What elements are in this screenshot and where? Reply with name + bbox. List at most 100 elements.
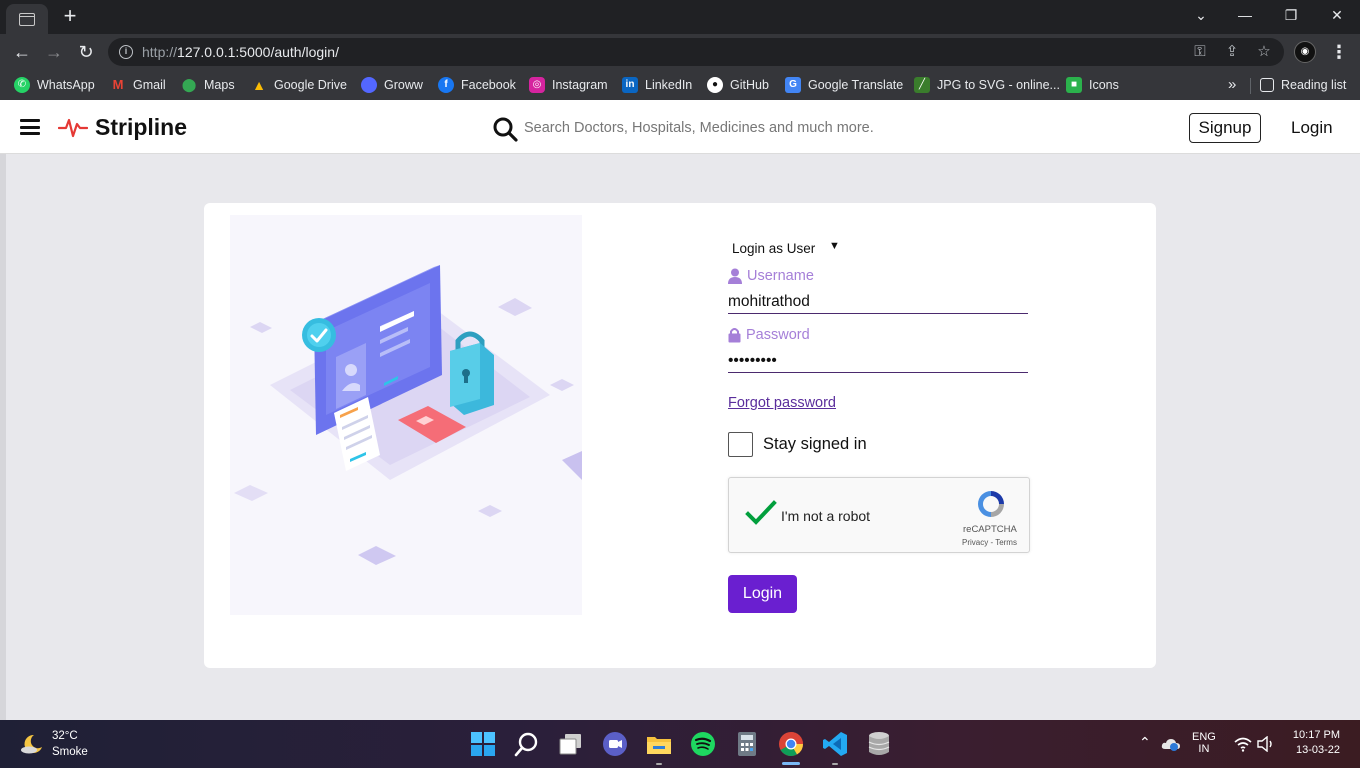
recaptcha-widget: I'm not a robot reCAPTCHA Privacy - Term… <box>728 477 1030 553</box>
reading-list-icon <box>1260 78 1274 92</box>
calculator-icon[interactable] <box>733 730 761 758</box>
heartbeat-logo-icon <box>58 118 88 138</box>
clock-time: 10:17 PM <box>1292 729 1340 741</box>
signup-button[interactable]: Signup <box>1189 113 1261 143</box>
weather-description[interactable]: Smoke <box>52 746 88 758</box>
page-scroll-edge <box>0 154 6 720</box>
bookmark-groww[interactable]: Groww <box>361 76 423 94</box>
facebook-icon: f <box>438 77 454 93</box>
bookmark-google-drive[interactable]: ▲ Google Drive <box>251 76 347 94</box>
translate-icon: G <box>785 77 801 93</box>
bookmarks-bar: ✆ WhatsApp M Gmail ⬤ Maps ▲ Google Drive Gro… <box>0 70 1360 100</box>
new-tab-button[interactable]: + <box>58 4 82 28</box>
bookmark-label: Maps <box>204 78 235 92</box>
windows-start-icon[interactable] <box>469 730 497 758</box>
bookmark-star-icon[interactable]: ☆ <box>1254 42 1274 62</box>
bookmark-gmail[interactable]: M Gmail <box>110 76 166 94</box>
bookmark-instagram[interactable]: ◎ Instagram <box>529 76 608 94</box>
bookmark-label: Instagram <box>552 78 608 92</box>
bookmark-label: Groww <box>384 78 423 92</box>
header-login-link[interactable]: Login <box>1291 118 1333 138</box>
speaker-icon[interactable] <box>1257 736 1275 752</box>
username-input[interactable] <box>728 290 1028 314</box>
bookmark-github[interactable]: ● GitHub <box>707 76 769 94</box>
bookmark-label: JPG to SVG - online... <box>937 78 1060 92</box>
weather-moon-icon[interactable] <box>20 733 44 755</box>
user-icon <box>728 268 742 284</box>
minimize-button[interactable]: — <box>1222 0 1268 30</box>
system-clock[interactable]: 10:17 PM 13-03-22 <box>1290 729 1340 756</box>
wifi-icon[interactable] <box>1234 736 1252 752</box>
restore-button[interactable]: ❐ <box>1268 0 1314 30</box>
bookmark-whatsapp[interactable]: ✆ WhatsApp <box>14 76 95 94</box>
hamburger-menu-icon[interactable] <box>20 119 40 135</box>
bookmark-maps[interactable]: ⬤ Maps <box>181 76 235 94</box>
bookmark-google-translate[interactable]: G Google Translate <box>785 76 903 94</box>
bookmark-jpg-to-svg[interactable]: ╱ JPG to SVG - online... <box>914 76 1060 94</box>
bookmark-label: GitHub <box>730 78 769 92</box>
task-view-icon[interactable] <box>557 730 585 758</box>
bookmark-label: Google Translate <box>808 78 904 92</box>
password-input[interactable] <box>728 349 1028 373</box>
bookmark-label: WhatsApp <box>37 78 95 92</box>
bookmark-facebook[interactable]: f Facebook <box>438 76 516 94</box>
browser-toolbar: ← → ↻ i http://127.0.0.1:5000/auth/login… <box>0 34 1360 70</box>
browser-tab[interactable] <box>6 4 48 34</box>
password-label-text: Password <box>746 327 810 343</box>
clock-date: 13-03-22 <box>1295 744 1340 756</box>
site-info-icon[interactable]: i <box>119 45 133 59</box>
brand-name[interactable]: Stripline <box>95 114 187 141</box>
stay-signed-in-label[interactable]: Stay signed in <box>763 435 867 454</box>
tray-chevron-up-icon[interactable]: ⌃ <box>1139 734 1151 751</box>
file-explorer-icon[interactable] <box>645 730 673 758</box>
tab-search-chevron-icon[interactable]: ⌄ <box>1178 0 1224 30</box>
onedrive-cloud-icon[interactable] <box>1161 736 1181 752</box>
recaptcha-privacy-terms-links[interactable]: Privacy - Terms <box>962 538 1017 547</box>
username-label-text: Username <box>747 268 814 284</box>
reading-list-label: Reading list <box>1281 78 1347 92</box>
bookmark-label: LinkedIn <box>645 78 693 92</box>
database-icon[interactable] <box>865 730 893 758</box>
address-bar[interactable]: i http://127.0.0.1:5000/auth/login/ ⚿ ⇪ … <box>108 38 1284 66</box>
forgot-password-link[interactable]: Forgot password <box>728 395 836 411</box>
more-bookmarks-chevron-icon[interactable]: » <box>1228 76 1236 93</box>
bookmark-linkedin[interactable]: in LinkedIn <box>622 76 692 94</box>
tab-page-icon <box>19 12 35 26</box>
input-language[interactable]: ENG IN <box>1192 731 1216 755</box>
taskbar-search-icon[interactable] <box>513 730 541 758</box>
chevron-down-icon: ▼ <box>829 240 840 252</box>
bookmark-icons[interactable]: ■ Icons <box>1066 76 1119 94</box>
gmail-icon: M <box>112 77 124 92</box>
weather-temperature[interactable]: 32°C <box>52 730 78 742</box>
spotify-icon[interactable] <box>689 730 717 758</box>
username-label: Username <box>728 268 814 284</box>
drive-icon: ▲ <box>252 77 266 93</box>
groww-icon <box>361 77 377 93</box>
share-icon[interactable]: ⇪ <box>1222 42 1242 62</box>
region-code: IN <box>1198 743 1210 755</box>
bookmark-label: Icons <box>1089 78 1119 92</box>
teams-chat-icon[interactable] <box>601 730 629 758</box>
reading-list-button[interactable]: Reading list <box>1260 76 1346 94</box>
forward-button[interactable]: → <box>41 40 67 64</box>
reload-button[interactable]: ↻ <box>73 40 99 64</box>
chrome-icon[interactable] <box>777 730 805 758</box>
stay-signed-in-checkbox[interactable] <box>728 432 753 457</box>
search-icon[interactable] <box>492 116 518 142</box>
url-path: :5000/auth/login/ <box>235 44 339 60</box>
close-window-button[interactable]: ✕ <box>1314 0 1360 30</box>
whatsapp-icon: ✆ <box>14 77 30 93</box>
vscode-icon[interactable] <box>821 730 849 758</box>
instagram-icon: ◎ <box>529 77 545 93</box>
browser-menu-icon[interactable]: ⋮ <box>1330 40 1348 64</box>
url-host: 127.0.0.1 <box>177 44 236 60</box>
back-button[interactable]: ← <box>9 40 35 64</box>
recaptcha-checkmark-icon[interactable] <box>745 500 777 526</box>
search-input[interactable] <box>524 115 944 141</box>
language-code: ENG <box>1192 731 1216 743</box>
login-submit-button[interactable]: Login <box>728 575 797 613</box>
recaptcha-logo-icon <box>978 491 1004 517</box>
windows-taskbar: 32°C Smoke ⌃ ENG IN 10:17 PM 13-03-22 <box>0 720 1360 768</box>
profile-avatar[interactable]: ◉ <box>1294 41 1316 63</box>
key-icon[interactable]: ⚿ <box>1190 42 1210 62</box>
